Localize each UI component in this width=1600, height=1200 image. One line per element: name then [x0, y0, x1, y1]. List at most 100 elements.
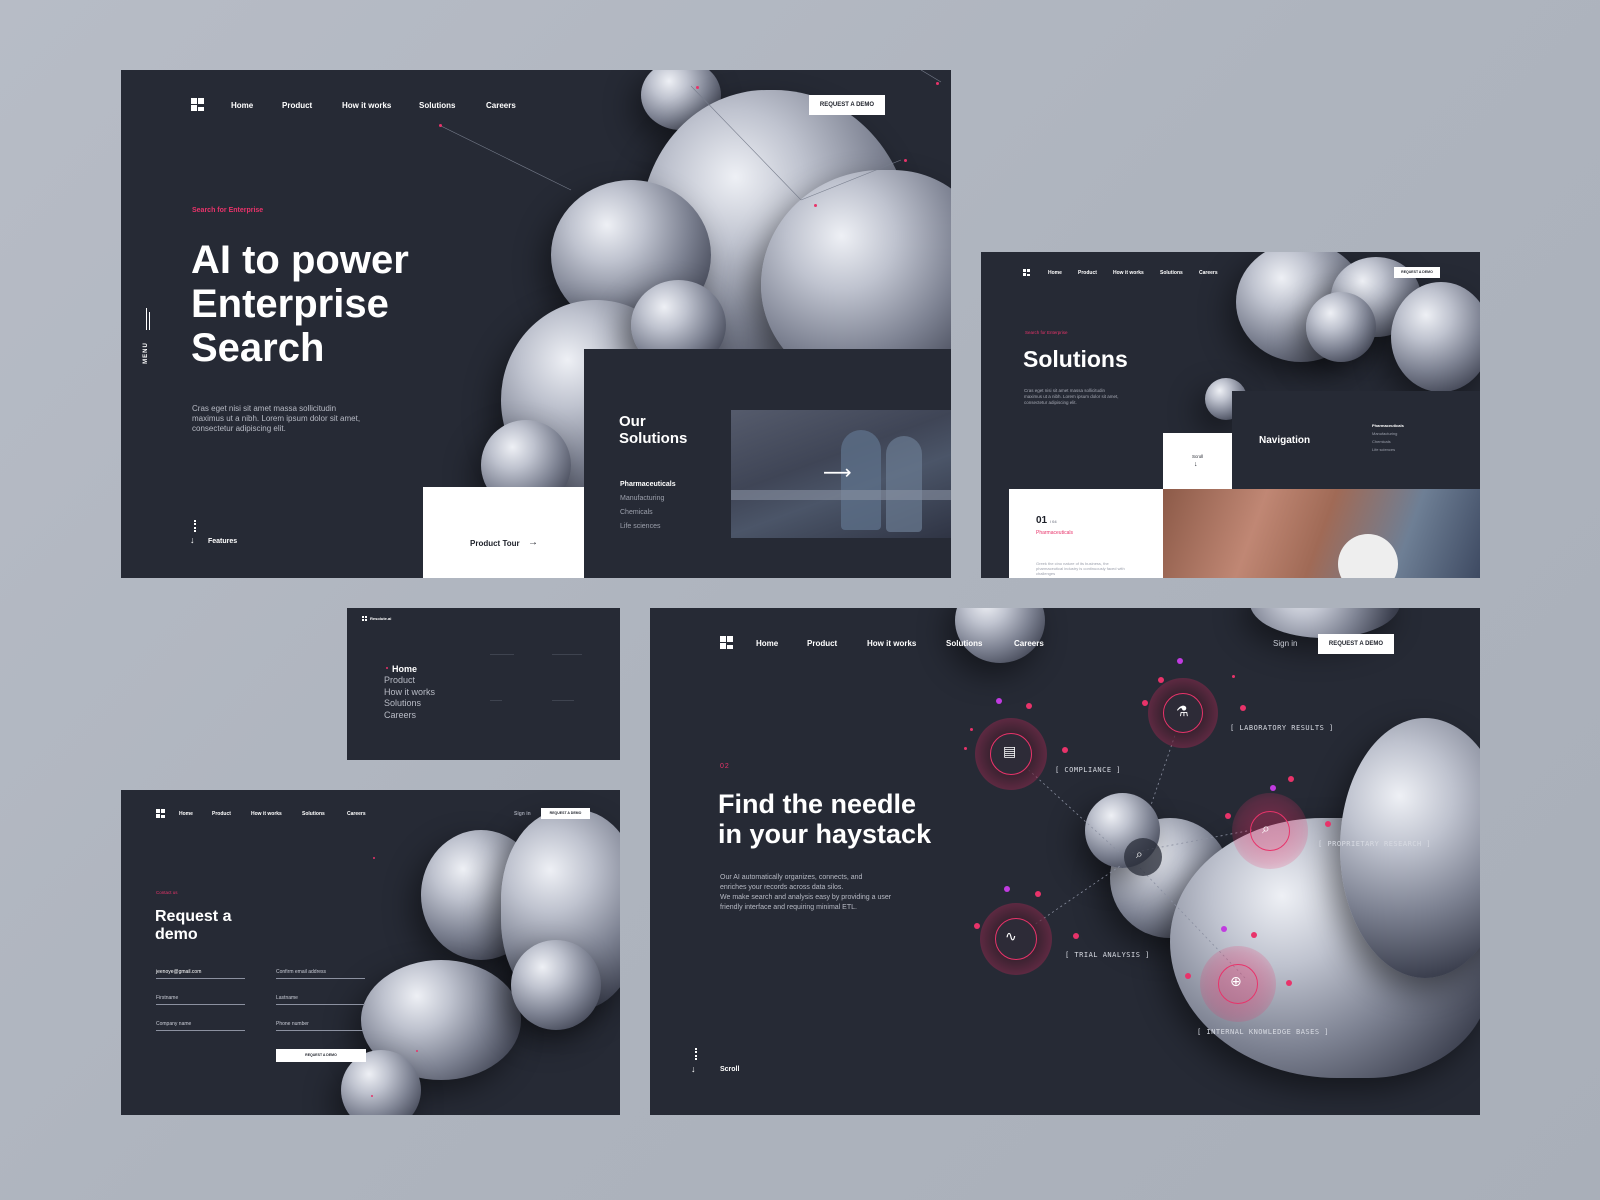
menu-item-careers[interactable]: Careers — [384, 710, 416, 720]
hero-body: Cras eget nisi sit amet massa sollicitud… — [192, 404, 361, 433]
menu-panel: Resolute.ai Home Product How it works So… — [347, 608, 620, 760]
menu-item-product[interactable]: Product — [384, 675, 415, 685]
particle-dot — [1251, 932, 1257, 938]
menu-label: MENU — [142, 342, 149, 364]
menu-item-how[interactable]: How it works — [384, 687, 435, 697]
solutions-list-item[interactable]: Pharmaceuticals — [620, 481, 676, 488]
research-node[interactable]: ⌕ — [1232, 793, 1308, 869]
particle-dot — [1158, 677, 1164, 683]
arrow-right-icon: → — [528, 537, 538, 548]
logo-icon[interactable] — [156, 809, 165, 818]
solutions-list-item[interactable]: Chemicals — [620, 509, 653, 516]
accent-dot — [373, 857, 375, 859]
logo-icon[interactable] — [1023, 269, 1031, 277]
navigation-item[interactable]: Life sciences — [1372, 447, 1395, 452]
search-node[interactable]: ⌕ — [1124, 838, 1162, 876]
particle-dot — [1240, 705, 1246, 711]
solutions-title-line: Solutions — [619, 430, 688, 447]
accent-dot — [439, 124, 442, 127]
brand-name: Resolute.ai — [370, 616, 392, 621]
nav-careers[interactable]: Careers — [486, 101, 516, 110]
company-field[interactable]: Company name — [156, 1021, 245, 1031]
menu-icon — [146, 308, 147, 330]
demo-title-line: Request a — [155, 908, 232, 925]
navigation-item[interactable]: Chemicals — [1372, 439, 1391, 444]
nav-how-it-works[interactable]: How it works — [342, 101, 391, 110]
request-demo-button[interactable]: REQUEST A DEMO — [809, 95, 885, 115]
nav-how-it-works[interactable]: How it works — [251, 811, 282, 817]
logo-icon[interactable] — [362, 616, 367, 621]
request-demo-button[interactable]: REQUEST A DEMO — [541, 808, 590, 819]
blob-shape — [511, 940, 601, 1030]
confirm-email-field[interactable]: Confirm email address — [276, 969, 365, 979]
signin-link[interactable]: Sign in — [514, 811, 531, 817]
nav-product[interactable]: Product — [1078, 270, 1097, 276]
hero-title-line: AI to power — [191, 238, 409, 282]
particle-dot — [1286, 980, 1292, 986]
trial-label: [ TRIAL ANALYSIS ] — [1065, 951, 1150, 959]
lastname-field[interactable]: Lastname — [276, 995, 365, 1005]
nav-solutions[interactable]: Solutions — [419, 101, 455, 110]
nav-how-it-works[interactable]: How it works — [1113, 270, 1144, 276]
menu-item-home[interactable]: Home — [392, 664, 417, 674]
nav-home[interactable]: Home — [179, 811, 193, 817]
particle-dot — [1142, 700, 1148, 706]
firstname-field[interactable]: Firstname — [156, 995, 245, 1005]
demo-panel: Home Product How it works Solutions Care… — [121, 790, 620, 1115]
accent-dot — [371, 1095, 373, 1097]
knowledge-label: [ INTERNAL KNOWLEDGE BASES ] — [1197, 1028, 1330, 1036]
knowledge-node[interactable]: ⊕ — [1200, 946, 1276, 1022]
accent-dot — [416, 1050, 418, 1052]
trial-node[interactable]: ∿ — [980, 903, 1052, 975]
hero-title: AI to power Enterprise Search — [191, 238, 409, 370]
hand-photo-pill — [1338, 534, 1398, 578]
nav-product[interactable]: Product — [282, 101, 312, 110]
particle-dot — [1026, 703, 1032, 709]
demo-title-line: demo — [155, 926, 198, 943]
particle-dot — [1073, 933, 1079, 939]
nav-solutions[interactable]: Solutions — [302, 811, 325, 817]
product-tour-card[interactable]: Product Tour → — [423, 487, 584, 578]
hero-title-line: Enterprise — [191, 282, 389, 326]
logo-icon[interactable] — [191, 98, 205, 112]
compliance-node[interactable]: ▤ — [975, 718, 1047, 790]
solutions-list-item[interactable]: Life sciences — [620, 523, 660, 530]
nav-careers[interactable]: Careers — [347, 811, 366, 817]
nav-solutions[interactable]: Solutions — [1160, 270, 1183, 276]
nav-home[interactable]: Home — [1048, 270, 1062, 276]
accent-dot — [936, 82, 939, 85]
features-link[interactable]: Features — [208, 538, 237, 545]
particle-dot — [970, 728, 973, 731]
particle-dot — [1035, 891, 1041, 897]
scroll-card[interactable]: Scroll ↓ — [1163, 433, 1232, 489]
request-demo-button[interactable]: REQUEST A DEMO — [1394, 267, 1440, 278]
counter-current: 01 — [1036, 515, 1048, 526]
particle-dot — [1062, 747, 1068, 753]
solutions-panel: Home Product How it works Solutions Care… — [981, 252, 1480, 578]
product-tour-label: Product Tour — [470, 539, 520, 548]
nav-product[interactable]: Product — [212, 811, 231, 817]
phone-field[interactable]: Phone number — [276, 1021, 365, 1031]
lab-photo-bench — [731, 490, 951, 500]
hero-tag: Search for Enterprise — [192, 207, 264, 214]
menu-active-dot — [386, 667, 388, 669]
solutions-title: Our Solutions — [619, 413, 687, 447]
navigation-item[interactable]: Manufacturing — [1372, 431, 1397, 436]
particle-dot — [1004, 886, 1010, 892]
navigation-item[interactable]: Pharmaceuticals — [1372, 423, 1404, 428]
email-field[interactable]: jeenoye@gmail.com — [156, 969, 245, 979]
menu-toggle[interactable]: MENU — [141, 308, 153, 368]
nav-careers[interactable]: Careers — [1199, 270, 1218, 276]
menu-item-solutions[interactable]: Solutions — [384, 698, 421, 708]
solutions-list-item[interactable]: Manufacturing — [620, 495, 664, 502]
pharma-card[interactable]: 01 / 04 Pharmaceuticals Greek the cino n… — [1009, 489, 1163, 578]
laboratory-node[interactable]: ⚗ — [1148, 678, 1218, 748]
solutions-tag: Search for Enterprise — [1025, 330, 1068, 335]
nav-home[interactable]: Home — [231, 101, 253, 110]
arrow-down-icon: ↓ — [190, 535, 195, 545]
menu-icon — [149, 312, 150, 330]
chart-line-icon: ∿ — [1005, 928, 1017, 944]
submit-demo-button[interactable]: REQUEST A DEMO — [276, 1049, 366, 1062]
counter-total: / 04 — [1049, 519, 1057, 524]
accent-dot — [814, 204, 817, 207]
